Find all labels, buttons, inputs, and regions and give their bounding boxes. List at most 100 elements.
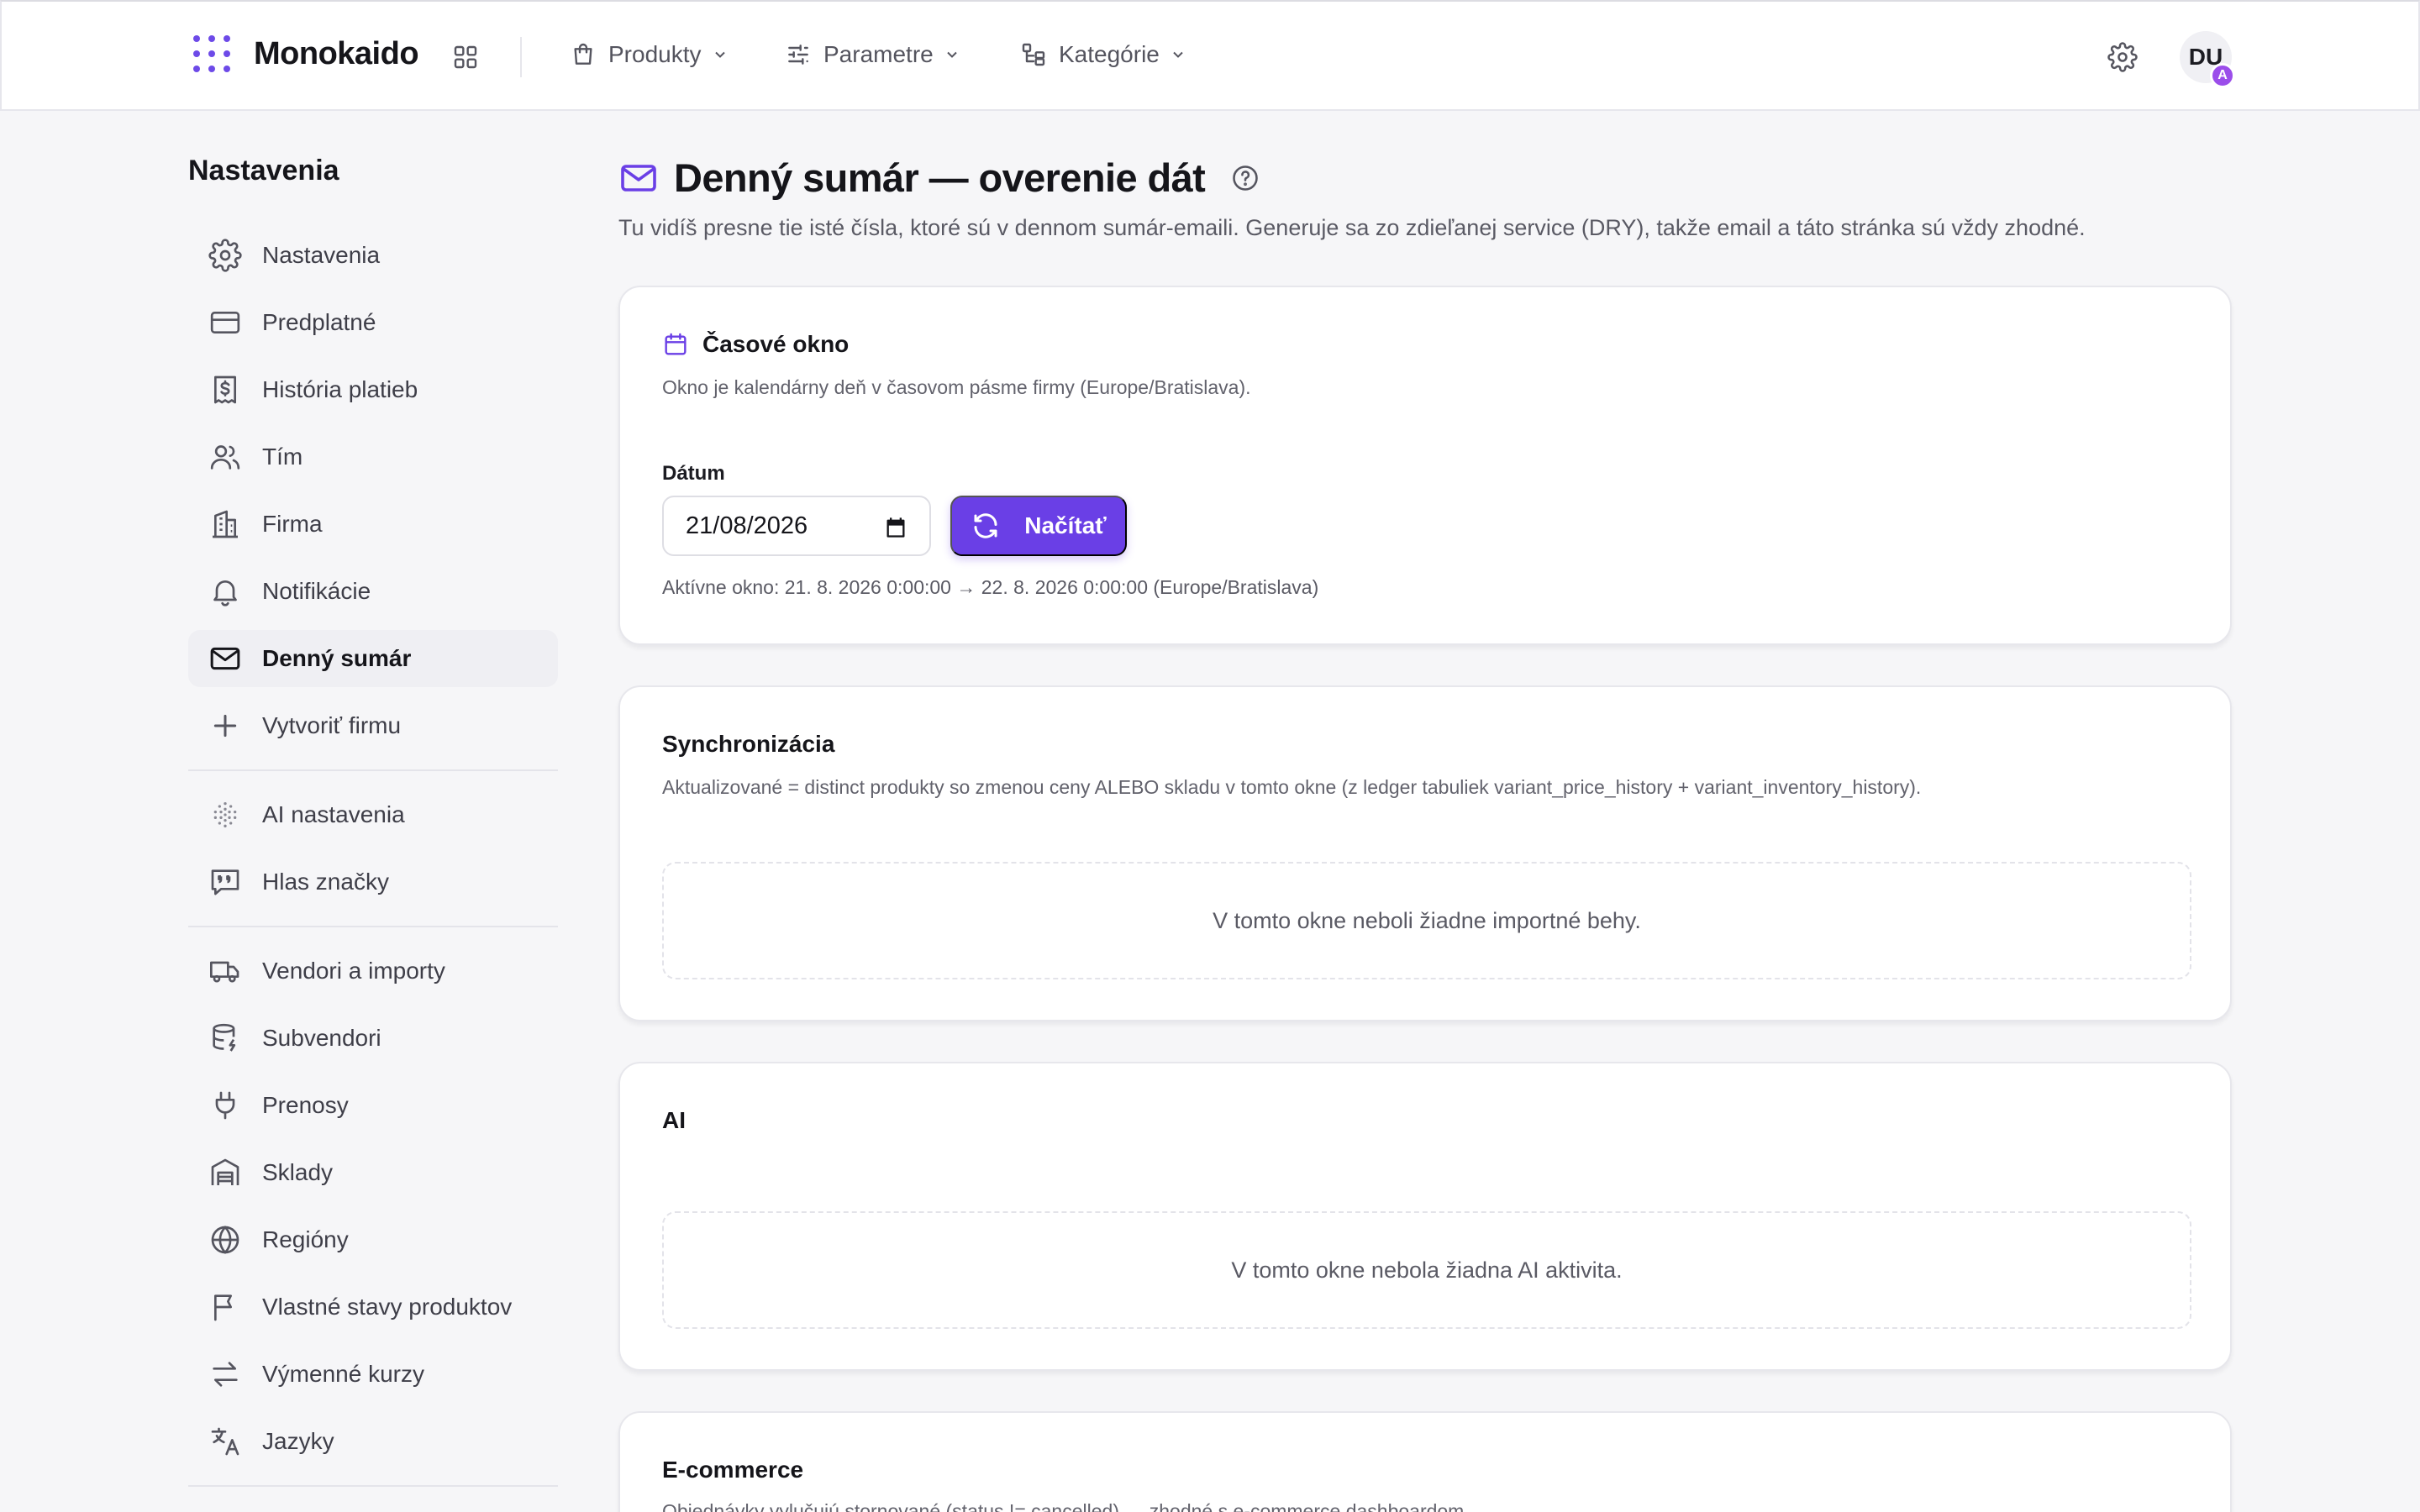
sidebar-item-label: Výmenné kurzy [262, 1361, 424, 1387]
sidebar-item-jazyky[interactable]: Jazyky [188, 1413, 558, 1470]
calendar-picker-icon[interactable] [884, 516, 908, 539]
page-title: Denný sumár — overenie dát [674, 155, 1206, 200]
date-value: 21/08/2026 [686, 512, 808, 539]
ai-card: AI V tomto okne nebola žiadna AI aktivit… [618, 1062, 2232, 1371]
top-navbar: Monokaido Produkty Parametre Kategórie D… [0, 0, 2420, 111]
settings-gear-icon[interactable] [2107, 42, 2138, 72]
card-title: Synchronizácia [662, 731, 834, 758]
sidebar-item-subvendori[interactable]: Subvendori [188, 1010, 558, 1067]
sparkle-dots-icon [213, 802, 237, 827]
sync-card: Synchronizácia Aktualizované = distinct … [618, 685, 2232, 1021]
sidebar-item-vymenne-kurzy[interactable]: Výmenné kurzy [188, 1346, 558, 1403]
card-description: Okno je kalendárny deň v časovom pásme f… [662, 376, 1251, 398]
database-bolt-icon [213, 1023, 236, 1052]
sidebar-item-nastavenia[interactable]: Nastavenia [188, 227, 558, 284]
sidebar-item-label: História platieb [262, 376, 418, 402]
card-description: Aktualizované = distinct produkty so zme… [662, 776, 1922, 798]
sidebar-item-prenosy[interactable]: Prenosy [188, 1077, 558, 1134]
warehouse-icon [211, 1158, 239, 1185]
sliders-icon [788, 45, 808, 65]
page-header: Denný sumár — overenie dát [618, 155, 1260, 201]
nav-produkty-label: Produkty [608, 41, 702, 67]
sidebar-item-label: Firma [262, 511, 323, 537]
page-subtitle: Tu vidíš presne tie isté čísla, ktoré sú… [618, 215, 2086, 240]
nav-produkty[interactable]: Produkty [570, 35, 729, 74]
truck-icon [210, 961, 239, 983]
card-title-text: Časové okno [702, 331, 850, 357]
refresh-icon [974, 513, 997, 538]
sidebar-item-label: Subvendori [262, 1025, 381, 1051]
empty-state: V tomto okne nebola žiadna AI aktivita. [662, 1211, 2191, 1329]
sidebar-item-regiony[interactable]: Regióny [188, 1211, 558, 1268]
sidebar-item-notifikacie[interactable]: Notifikácie [188, 563, 558, 620]
nav-kategorie-label: Kategórie [1059, 41, 1160, 67]
gear-icon [208, 239, 242, 272]
date-label: Dátum [662, 462, 725, 485]
nav-parametre-label: Parametre [823, 41, 934, 67]
sidebar-item-label: Hlas značky [262, 869, 389, 895]
sidebar-title: Nastavenia [188, 155, 339, 186]
empty-state: V tomto okne neboli žiadne importné behy… [662, 862, 2191, 979]
globe-icon [211, 1226, 239, 1254]
logo-dots-icon [193, 35, 230, 72]
nav-divider [520, 37, 522, 77]
sidebar-item-predplatne[interactable]: Predplatné [188, 294, 558, 351]
help-circle-icon[interactable] [1230, 163, 1260, 193]
nav-kategorie[interactable]: Kategórie [1020, 35, 1186, 74]
sidebar-item-label: Sklady [262, 1159, 334, 1185]
arrows-exchange-icon [213, 1362, 238, 1387]
time-window-card: Časové okno Okno je kalendárny deň v čas… [618, 286, 2232, 645]
load-button[interactable]: Načítať [950, 496, 1127, 556]
app-name: Monokaido [254, 35, 419, 71]
date-input[interactable]: 21/08/2026 [662, 496, 931, 556]
plus-icon [213, 714, 237, 738]
translate-icon [211, 1427, 239, 1456]
sidebar-item-label: Tím [262, 444, 303, 470]
apps-grid-icon[interactable] [452, 44, 479, 71]
chevron-down-icon [714, 51, 725, 58]
active-window-text: Aktívne okno: 21. 8. 2026 0:00:00 → 22. … [662, 576, 1319, 598]
mail-icon [210, 647, 240, 670]
sidebar-item-label: Nastavenia [262, 242, 381, 268]
plug-icon [215, 1091, 235, 1120]
card-description: Objednávky vylučujú stornované (status !… [662, 1500, 1470, 1512]
load-button-label: Načítať [1024, 512, 1107, 538]
app-logo[interactable]: Monokaido [193, 35, 419, 72]
sidebar-item-denny-sumar[interactable]: Denný sumár [188, 630, 558, 687]
mail-icon [621, 164, 656, 192]
card-title: AI [662, 1107, 686, 1134]
receipt-dollar-icon [213, 375, 236, 404]
flag-icon [213, 1294, 232, 1321]
sidebar-item-firma[interactable]: Firma [188, 496, 558, 553]
category-tree-icon [1022, 43, 1045, 66]
sidebar-item-label: Vlastné stavy produktov [262, 1294, 513, 1320]
sidebar-item-label: Regióny [262, 1226, 349, 1252]
nav-parametre[interactable]: Parametre [785, 35, 960, 74]
sidebar-item-label: Denný sumár [262, 645, 412, 671]
sidebar-item-vytvorit-firmu[interactable]: Vytvoriť firmu [188, 697, 558, 754]
sidebar-item-label: Prenosy [262, 1092, 349, 1118]
ecommerce-card: E-commerce Objednávky vylučujú stornovan… [618, 1411, 2232, 1512]
sidebar-item-ai-nastavenia[interactable]: AI nastavenia [188, 786, 558, 843]
sidebar-item-historia-platieb[interactable]: História platieb [188, 361, 558, 418]
card-title: Časové okno [662, 331, 849, 358]
sidebar-item-vendori-a-importy[interactable]: Vendori a importy [188, 942, 558, 1000]
sidebar-item-label: Predplatné [262, 309, 376, 335]
users-icon [210, 445, 240, 470]
sidebar-item-hlas-znacky[interactable]: Hlas značky [188, 853, 558, 911]
sidebar-item-label: Vytvoriť firmu [262, 712, 402, 738]
sidebar-item-label: Vendori a importy [262, 958, 445, 984]
shopping-bag-icon [574, 43, 592, 65]
card-title-text: E-commerce [662, 1457, 804, 1483]
sidebar-item-label: Jazyky [262, 1428, 334, 1454]
sidebar-item-sklady[interactable]: Sklady [188, 1144, 558, 1201]
sidebar-item-label: AI nastavenia [262, 801, 405, 827]
sidebar-divider [188, 1485, 558, 1487]
sidebar-divider [188, 769, 558, 771]
card-title-text: AI [662, 1107, 686, 1133]
chevron-down-icon [1173, 51, 1183, 58]
sidebar-item-tim[interactable]: Tím [188, 428, 558, 486]
sidebar-item-vlastne-stavy[interactable]: Vlastné stavy produktov [188, 1278, 558, 1336]
building-icon [213, 510, 238, 538]
credit-card-icon [210, 312, 240, 333]
